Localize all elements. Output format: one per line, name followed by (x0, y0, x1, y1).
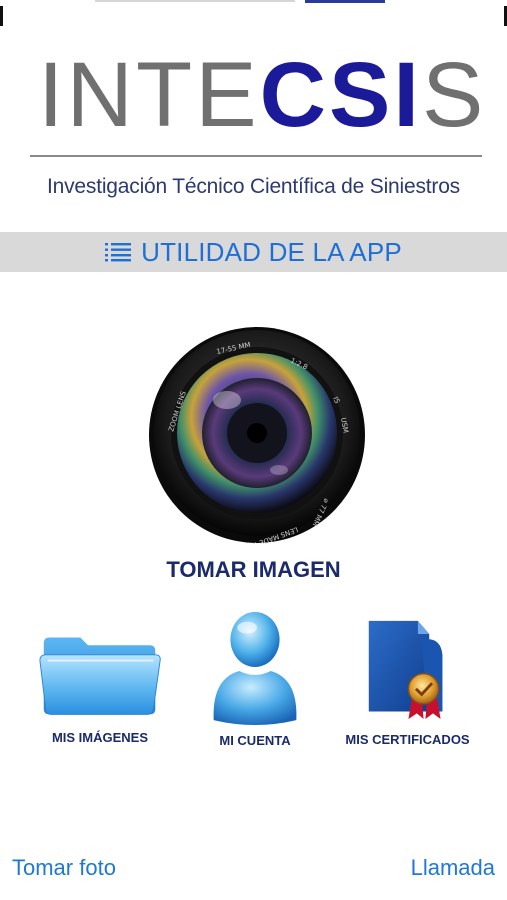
camera-lens-icon[interactable]: 17-55 MM 1:2.8 IS USM ZOOM LENS ⌀ 77 MM … (147, 322, 367, 544)
my-certificates-tile[interactable]: MIS CERTIFICADOS (340, 615, 475, 750)
brand-tagline: Investigación Técnico Científica de Sini… (47, 175, 460, 198)
my-account-label: MI CUENTA (219, 733, 291, 748)
my-account-tile[interactable]: MI CUENTA (185, 608, 325, 753)
user-icon (213, 611, 297, 726)
brand-part-1: INTE (38, 44, 260, 146)
logo-divider (30, 155, 482, 157)
folder-icon (39, 637, 161, 715)
brand-part-2: CSI (259, 44, 422, 146)
top-strip (0, 0, 507, 30)
top-line (95, 0, 295, 2)
left-edge (0, 6, 3, 26)
brand-logo: INTECSIS (0, 40, 507, 150)
my-certificates-label: MIS CERTIFICADOS (345, 732, 470, 747)
take-photo-link[interactable]: Tomar foto (12, 855, 116, 881)
my-images-label: MIS IMÁGENES (51, 730, 149, 745)
list-icon (105, 243, 132, 262)
brand-part-3: S (421, 44, 487, 146)
my-images-tile[interactable]: MIS IMÁGENES (30, 625, 170, 750)
top-accent-line (305, 0, 385, 3)
utility-bar-label: UTILIDAD DE LA APP (141, 236, 402, 267)
utility-bar[interactable]: UTILIDAD DE LA APP (0, 232, 507, 272)
brand-wordmark: INTECSIS (38, 40, 483, 150)
take-image-label[interactable]: TOMAR IMAGEN (0, 557, 507, 583)
certificate-icon (368, 620, 443, 720)
call-link[interactable]: Llamada (411, 855, 495, 881)
